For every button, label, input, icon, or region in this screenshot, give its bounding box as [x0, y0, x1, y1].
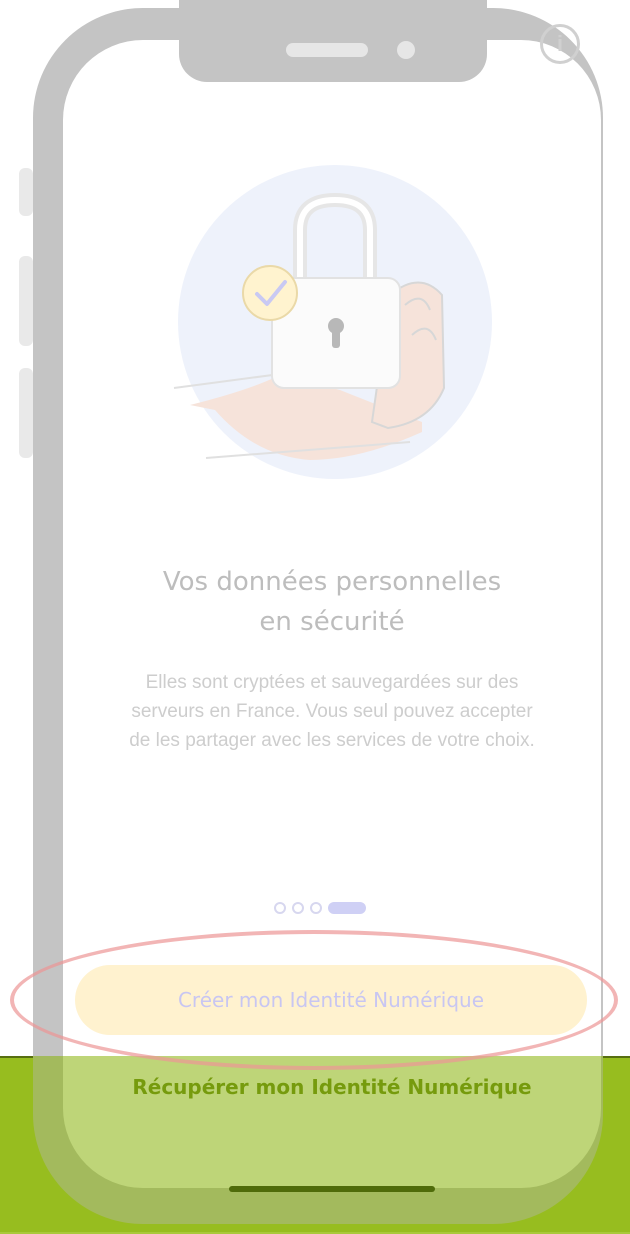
phone-side-button-volume-up [19, 256, 33, 346]
pager-dot-active[interactable] [328, 902, 366, 914]
padlock-in-hand-illustration [160, 160, 500, 480]
recover-identity-link[interactable]: Récupérer mon Identité Numérique [63, 1075, 601, 1099]
pager-dot-3[interactable] [310, 902, 322, 914]
pager-dots [274, 900, 366, 916]
phone-side-button-mute [19, 168, 33, 216]
pager-dot-1[interactable] [274, 902, 286, 914]
onboarding-description: Elles sont cryptées et sauvegardées sur … [129, 672, 535, 751]
home-indicator [229, 1186, 435, 1192]
phone-notch [179, 0, 487, 82]
pager-dot-2[interactable] [292, 902, 304, 914]
info-icon[interactable]: i [540, 24, 580, 64]
create-identity-button[interactable]: Créer mon Identité Numérique [75, 965, 587, 1035]
onboarding-title: Vos données personnelles en sécurité [162, 567, 502, 637]
front-camera [397, 41, 415, 59]
speaker-grille [286, 43, 368, 57]
phone-side-button-volume-down [19, 368, 33, 458]
